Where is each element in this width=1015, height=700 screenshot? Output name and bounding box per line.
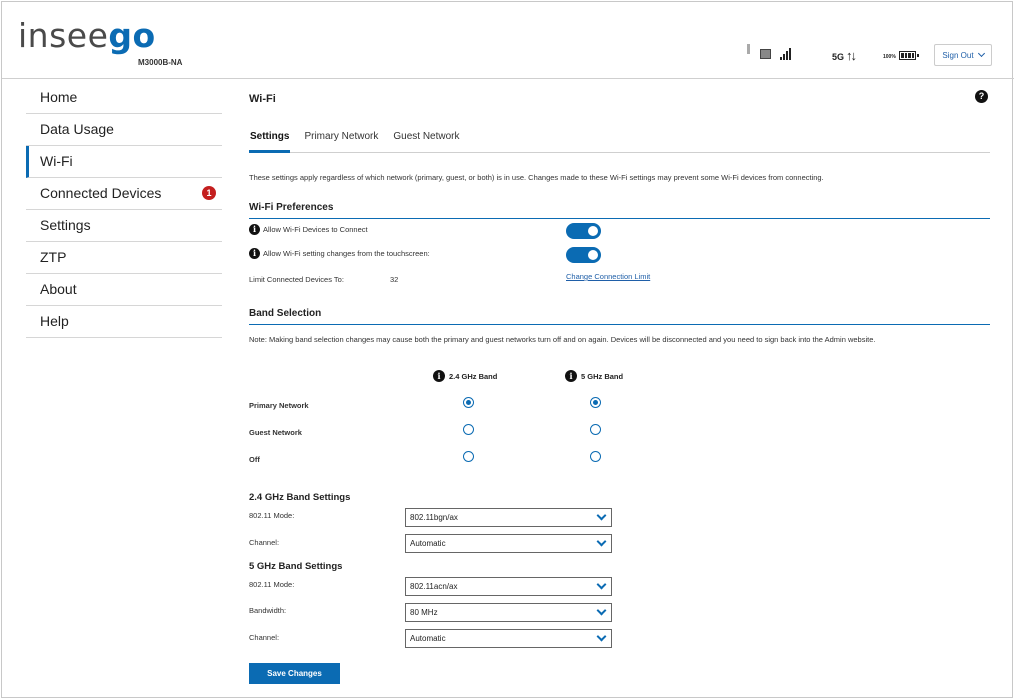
device-model: M3000B-NA — [138, 58, 183, 67]
sign-out-label: Sign Out — [942, 50, 974, 60]
limit-devices-value: 32 — [390, 275, 399, 284]
chevron-down-icon — [596, 536, 607, 547]
wifi-preferences-title: Wi-Fi Preferences — [249, 202, 334, 213]
band-5-mode-value: 802.11acn/ax — [410, 582, 458, 591]
section-divider — [249, 324, 990, 325]
band-5-bandwidth-select[interactable]: 80 MHz — [405, 603, 612, 622]
band-5-channel-value: Automatic — [410, 634, 446, 643]
info-icon[interactable]: i — [433, 370, 445, 382]
sidebar-item-settings[interactable]: Settings — [26, 210, 222, 242]
chevron-down-icon — [596, 605, 607, 616]
sidebar-item-home[interactable]: Home — [26, 82, 222, 114]
band-24-mode-select[interactable]: 802.11bgn/ax — [405, 508, 612, 527]
allow-connect-label: i Allow Wi-Fi Devices to Connect — [249, 224, 368, 235]
primary-24-radio[interactable] — [463, 397, 474, 408]
header: inseego M3000B-NA 5G ↑↓ 100% Sign Out — [2, 2, 1014, 79]
network-type-label: 5G — [832, 52, 845, 62]
band-5-channel-select[interactable]: Automatic — [405, 629, 612, 648]
chevron-down-icon — [596, 631, 607, 642]
guest-5-radio[interactable] — [590, 424, 601, 435]
band-row-off-label: Off — [249, 455, 260, 464]
band-24-mode-label: 802.11 Mode: — [249, 511, 295, 520]
sidebar-item-ztp[interactable]: ZTP — [26, 242, 222, 274]
band-24-channel-select[interactable]: Automatic — [405, 534, 612, 553]
band-selection-title: Band Selection — [249, 308, 322, 319]
app-frame: inseego M3000B-NA 5G ↑↓ 100% Sign Out Ho… — [1, 1, 1014, 698]
band-5-header: i 5 GHz Band — [565, 370, 623, 382]
guest-24-radio[interactable] — [463, 424, 474, 435]
page-title: Wi-Fi — [249, 93, 276, 105]
band-24-channel-label: Channel: — [249, 538, 280, 547]
info-icon[interactable]: i — [249, 224, 260, 235]
chevron-down-icon — [977, 49, 985, 58]
allow-connect-text: Allow Wi-Fi Devices to Connect — [263, 225, 368, 234]
band-24-mode-value: 802.11bgn/ax — [410, 513, 458, 522]
info-icon[interactable]: i — [565, 370, 577, 382]
allow-connect-toggle[interactable] — [566, 223, 601, 239]
sidebar-item-data-usage[interactable]: Data Usage — [26, 114, 222, 146]
sim-icon — [747, 44, 750, 54]
sidebar-item-label: Home — [40, 89, 78, 105]
sign-out-button[interactable]: Sign Out — [934, 44, 992, 66]
sidebar-item-label: Data Usage — [40, 121, 114, 137]
inseego-logo: inseego — [18, 16, 156, 55]
sidebar-item-label: About — [40, 281, 77, 297]
battery-percent: 100% — [883, 54, 896, 60]
alert-badge: 1 — [202, 186, 216, 200]
info-icon[interactable]: i — [249, 248, 260, 259]
sidebar-item-label: ZTP — [40, 249, 67, 265]
change-connection-limit-link[interactable]: Change Connection Limit — [566, 272, 650, 281]
allow-touchscreen-text: Allow Wi-Fi setting changes from the tou… — [263, 249, 430, 258]
section-divider — [249, 218, 990, 219]
sidebar-item-label: Help — [40, 313, 69, 329]
band-24-settings-title: 2.4 GHz Band Settings — [249, 492, 351, 503]
sidebar-item-label: Wi-Fi — [40, 153, 73, 169]
tab-bar: Settings Primary Network Guest Network — [249, 130, 990, 153]
band-24-header: i 2.4 GHz Band — [433, 370, 497, 382]
tab-guest-network[interactable]: Guest Network — [392, 130, 460, 153]
data-transfer-icon: ↑↓ — [846, 48, 857, 63]
band-5-label: 5 GHz Band — [581, 371, 624, 381]
allow-touchscreen-label: i Allow Wi-Fi setting changes from the t… — [249, 248, 430, 259]
sidebar-item-label: Connected Devices — [40, 185, 162, 201]
sidebar-item-label: Settings — [40, 217, 91, 233]
band-5-bandwidth-value: 80 MHz — [410, 608, 438, 617]
band-5-mode-label: 802.11 Mode: — [249, 580, 295, 589]
band-row-primary-label: Primary Network — [249, 401, 309, 410]
off-5-radio[interactable] — [590, 451, 601, 462]
band-24-channel-value: Automatic — [410, 539, 446, 548]
intro-text: These settings apply regardless of which… — [249, 173, 824, 182]
off-24-radio[interactable] — [463, 451, 474, 462]
band-row-guest-label: Guest Network — [249, 428, 302, 437]
band-5-bandwidth-label: Bandwidth: — [249, 606, 287, 615]
battery-icon — [899, 51, 919, 60]
band-5-mode-select[interactable]: 802.11acn/ax — [405, 577, 612, 596]
sidebar-item-connected-devices[interactable]: Connected Devices 1 — [26, 178, 222, 210]
signal-strength-icon — [780, 48, 794, 60]
save-changes-button[interactable]: Save Changes — [249, 663, 340, 684]
allow-touchscreen-toggle[interactable] — [566, 247, 601, 263]
sidebar-item-help[interactable]: Help — [26, 306, 222, 338]
sidebar-item-wifi[interactable]: Wi-Fi — [26, 146, 222, 178]
help-icon[interactable]: ? — [975, 90, 988, 103]
sidebar-item-about[interactable]: About — [26, 274, 222, 306]
band-5-settings-title: 5 GHz Band Settings — [249, 561, 343, 572]
band-5-channel-label: Channel: — [249, 633, 280, 642]
limit-devices-label: Limit Connected Devices To: — [249, 275, 344, 284]
band-24-label: 2.4 GHz Band — [449, 371, 498, 381]
sidebar-nav: Home Data Usage Wi-Fi Connected Devices 1… — [26, 82, 222, 338]
tab-primary-network[interactable]: Primary Network — [303, 130, 379, 153]
band-selection-note: Note: Making band selection changes may … — [249, 335, 876, 344]
chevron-down-icon — [596, 510, 607, 521]
tab-settings[interactable]: Settings — [249, 130, 291, 153]
chevron-down-icon — [596, 579, 607, 590]
router-icon — [760, 49, 771, 59]
primary-5-radio[interactable] — [590, 397, 601, 408]
